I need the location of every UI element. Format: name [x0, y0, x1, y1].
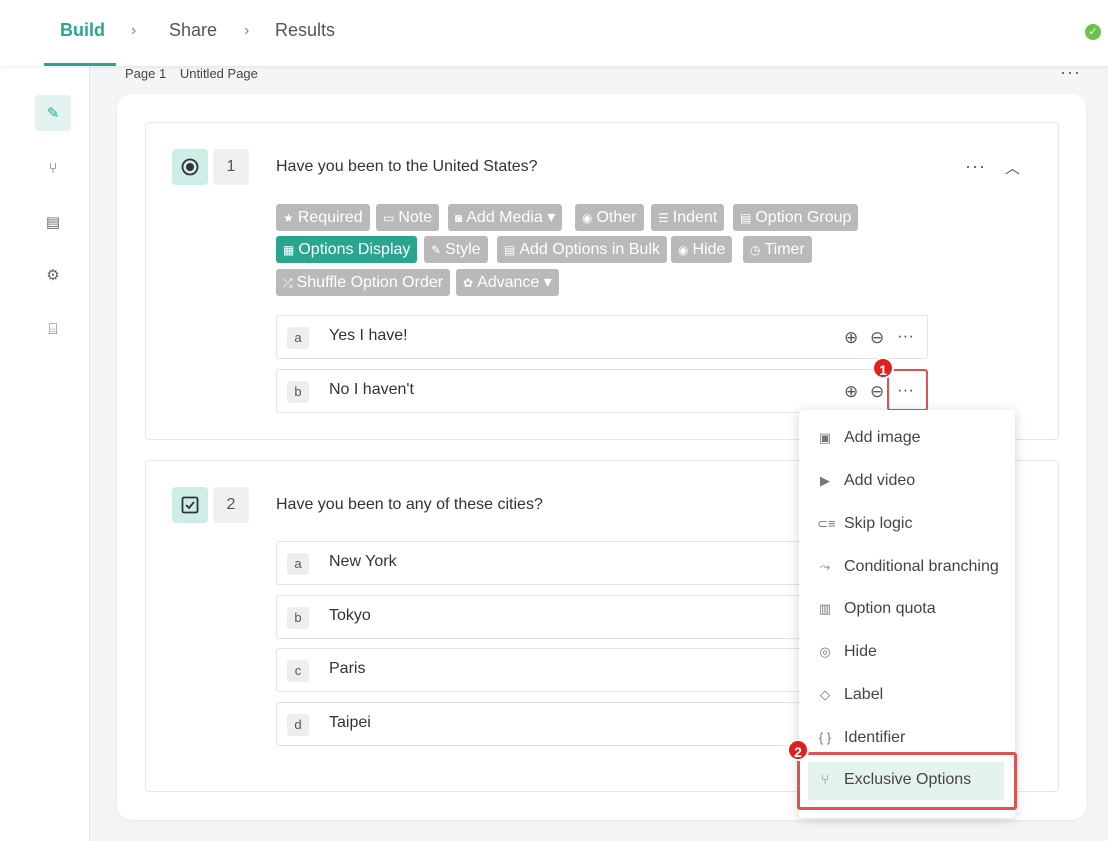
page-number: Page 1 [125, 66, 167, 81]
option-letter: a [287, 553, 309, 575]
tab-build[interactable]: Build [60, 20, 105, 41]
option-text[interactable]: No I haven't [329, 381, 414, 399]
chevron-right-icon: › [131, 22, 137, 39]
document-icon: ▤ [504, 243, 516, 257]
option-row[interactable]: c Paris [276, 648, 816, 692]
note-chip[interactable]: ▭ Note [376, 204, 440, 231]
menu-item-conditional-branching[interactable]: ⤳ Conditional branching [799, 551, 1015, 585]
option-row[interactable]: d Taipei [276, 702, 816, 746]
menu-item-hide[interactable]: ◎ Hide [799, 636, 1015, 670]
remove-option-icon[interactable]: ⊖ [870, 382, 884, 402]
advance-chip[interactable]: ✿ Advance ▾ [456, 269, 559, 296]
more-button-highlight [887, 369, 928, 411]
top-nav: Build › Share › Results ✓ [0, 0, 1108, 66]
eye-off-icon: ◎ [819, 644, 831, 659]
option-text[interactable]: Yes I have! [329, 327, 408, 345]
option-row[interactable]: b No I haven't ⊕ ⊖ ··· [276, 369, 928, 413]
option-row[interactable]: a Yes I have! ⊕ ⊖ ··· [276, 315, 928, 359]
bulk-options-chip[interactable]: ▤ Add Options in Bulk [497, 236, 667, 263]
step-badge-2: 2 [787, 739, 809, 761]
shuffle-icon: ⤮ [283, 276, 293, 290]
tab-results[interactable]: Results [275, 20, 335, 41]
option-letter: b [287, 381, 309, 403]
option-letter: c [287, 660, 309, 682]
brush-icon: ✎ [431, 243, 442, 257]
menu-item-label[interactable]: ◇ Label [799, 679, 1015, 713]
option-group-chip[interactable]: ▤ Option Group [733, 204, 859, 231]
radio-question-icon [172, 149, 208, 185]
star-icon: ★ [283, 211, 294, 225]
option-text[interactable]: Paris [329, 660, 365, 678]
collapse-chevron-icon[interactable]: ︿ [1005, 157, 1020, 178]
page-name[interactable]: Untitled Page [180, 66, 258, 81]
question-title[interactable]: Have you been to any of these cities? [276, 496, 543, 514]
option-text[interactable]: Tokyo [329, 607, 371, 625]
braces-icon: { } [818, 730, 832, 745]
branch-logic-icon[interactable]: ⑂ [35, 150, 71, 186]
edit-pencil-icon[interactable]: ✎ [35, 95, 71, 131]
add-option-icon[interactable]: ⊕ [844, 382, 858, 402]
eye-icon: ◉ [678, 243, 689, 257]
remove-option-icon[interactable]: ⊖ [870, 328, 884, 348]
clock-icon: ◷ [750, 243, 761, 257]
hide-chip[interactable]: ◉ Hide [671, 236, 733, 263]
question-number: 2 [213, 487, 249, 523]
caret-down-icon: ▾ [543, 274, 552, 291]
option-letter: d [287, 714, 309, 736]
menu-item-skip-logic[interactable]: ⊂≡ Skip logic [799, 508, 1015, 542]
options-display-chip[interactable]: ▦ Options Display [276, 236, 418, 263]
saved-check-icon: ✓ [1085, 24, 1101, 40]
list-icon: ▤ [740, 211, 752, 225]
camera-icon: ◙ [455, 211, 463, 225]
shuffle-chip[interactable]: ⤮ Shuffle Option Order [276, 269, 451, 296]
paint-brush-icon[interactable]: ▤ [35, 204, 71, 240]
required-chip[interactable]: ★ Required [276, 204, 370, 231]
skip-logic-icon: ⊂≡ [817, 516, 836, 531]
indent-icon: ☰ [658, 211, 669, 225]
tag-icon: ◇ [820, 687, 830, 702]
menu-item-add-video[interactable]: ▶ Add video [799, 465, 1015, 499]
option-letter: a [287, 327, 309, 349]
menu-item-identifier[interactable]: { } Identifier [799, 722, 1015, 756]
option-row[interactable]: a New York [276, 541, 816, 585]
step-badge-1: 1 [872, 357, 894, 379]
menu-item-add-image[interactable]: ▣ Add image [799, 422, 1015, 456]
settings-gear-icon[interactable]: ⚙ [35, 257, 71, 293]
question-more-icon[interactable]: ··· [965, 156, 986, 177]
quota-icon: ▥ [818, 601, 832, 616]
option-text[interactable]: New York [329, 553, 397, 571]
grid-icon: ▦ [283, 243, 295, 257]
question-number: 1 [213, 149, 249, 185]
timer-chip[interactable]: ◷ Timer [743, 236, 812, 263]
branching-icon: ⤳ [819, 559, 831, 574]
caret-down-icon: ▾ [547, 209, 556, 226]
style-chip[interactable]: ✎ Style [424, 236, 488, 263]
image-icon: ▣ [818, 430, 832, 445]
indent-chip[interactable]: ☰ Indent [651, 204, 725, 231]
chevron-right-icon: › [244, 22, 250, 39]
option-letter: b [287, 607, 309, 629]
tab-build-underline [44, 63, 116, 66]
add-option-icon[interactable]: ⊕ [844, 328, 858, 348]
option-row[interactable]: b Tokyo [276, 595, 816, 639]
checkbox-question-icon [172, 487, 208, 523]
menu-item-option-quota[interactable]: ▥ Option quota [799, 593, 1015, 627]
target-icon: ◉ [582, 211, 593, 225]
exclusive-options-highlight [797, 752, 1017, 810]
video-icon: ▶ [820, 473, 830, 488]
page-header: Page 1 Untitled Page [125, 66, 268, 81]
code-embed-icon[interactable]: ⌸ [35, 311, 71, 347]
left-sidebar: ✎ ⑂ ▤ ⚙ ⌸ [0, 66, 90, 841]
option-more-icon[interactable]: ··· [897, 326, 914, 346]
option-text[interactable]: Taipei [329, 714, 371, 732]
note-icon: ▭ [383, 211, 395, 225]
tab-share[interactable]: Share [169, 20, 217, 41]
gear-icon: ✿ [463, 276, 474, 290]
question-title[interactable]: Have you been to the United States? [276, 158, 538, 176]
other-chip[interactable]: ◉ Other [575, 204, 644, 231]
add-media-chip[interactable]: ◙ Add Media ▾ [448, 204, 563, 231]
